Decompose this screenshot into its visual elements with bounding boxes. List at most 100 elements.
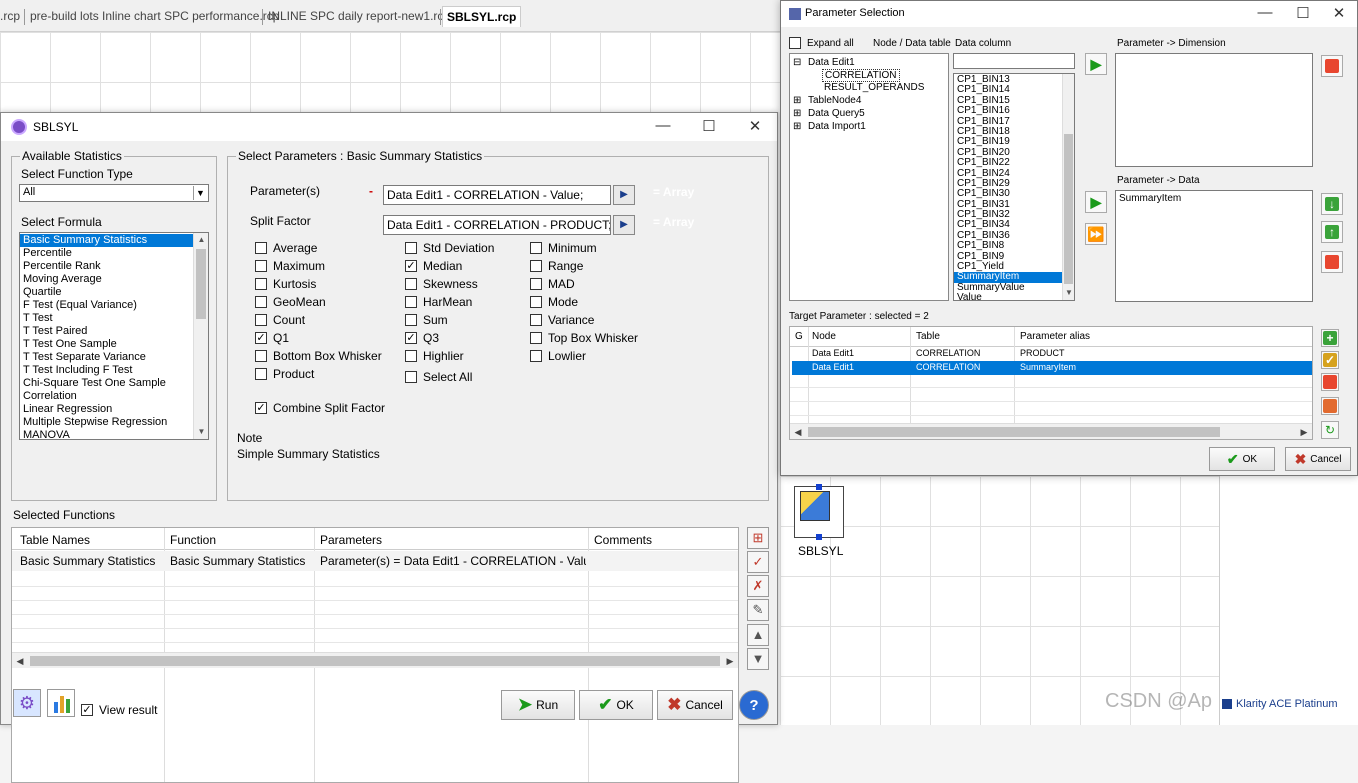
stat-checkbox[interactable]: Sum: [405, 313, 448, 327]
checkbox-box[interactable]: ✓: [405, 332, 417, 344]
stat-checkbox[interactable]: Top Box Whisker: [530, 331, 638, 345]
stat-checkbox[interactable]: Highlier: [405, 349, 464, 363]
remove-data-icon[interactable]: [1321, 251, 1343, 273]
checkbox-box[interactable]: [255, 296, 267, 308]
add-all-to-data-button[interactable]: ⏩: [1085, 223, 1107, 245]
formula-item[interactable]: Multiple Stepwise Regression: [20, 416, 208, 429]
function-type-select[interactable]: All ▼: [19, 184, 209, 202]
combine-split-factor-checkbox[interactable]: ✓ Combine Split Factor: [255, 401, 385, 415]
checkbox-box[interactable]: [789, 37, 801, 49]
formula-item[interactable]: F Test (Equal Variance): [20, 299, 208, 312]
checkbox-box[interactable]: [255, 314, 267, 326]
stat-checkbox[interactable]: Lowlier: [530, 349, 586, 363]
tab-prebuild[interactable]: pre-build lots Inline chart SPC performa…: [30, 9, 279, 23]
formula-item[interactable]: Correlation: [20, 390, 208, 403]
maximize-icon[interactable]: ☐: [699, 117, 719, 135]
minimize-icon[interactable]: —: [1255, 4, 1275, 21]
maximize-icon[interactable]: ☐: [1293, 4, 1313, 22]
chart-icon[interactable]: [47, 689, 75, 717]
formula-item[interactable]: Chi-Square Test One Sample: [20, 377, 208, 390]
checkbox-box[interactable]: [530, 296, 542, 308]
stat-checkbox[interactable]: HarMean: [405, 295, 472, 309]
checkbox-box[interactable]: [405, 350, 417, 362]
checkbox-box[interactable]: [255, 242, 267, 254]
tree-node-data-query5[interactable]: Data Query5: [808, 108, 865, 119]
stat-checkbox[interactable]: Std Deviation: [405, 241, 494, 255]
tree-node-tablenode4[interactable]: TableNode4: [808, 95, 861, 106]
help-button[interactable]: ?: [739, 690, 769, 720]
close-icon[interactable]: ✕: [745, 117, 765, 135]
formula-item[interactable]: Percentile: [20, 247, 208, 260]
scroll-thumb[interactable]: [1064, 134, 1073, 284]
stat-checkbox[interactable]: Average: [255, 241, 317, 255]
add-to-dimension-button[interactable]: ▶: [1085, 53, 1107, 75]
checkbox-box[interactable]: ✓: [255, 402, 267, 414]
tree-expander-icon[interactable]: ⊞: [793, 95, 801, 106]
scroll-thumb[interactable]: [808, 427, 1220, 437]
split-factor-select-button[interactable]: ▶: [613, 215, 635, 235]
add-to-data-button[interactable]: ▶: [1085, 191, 1107, 213]
formula-item[interactable]: Percentile Rank: [20, 260, 208, 273]
column-item[interactable]: CP1_BIN22: [954, 157, 1074, 168]
column-header[interactable]: Parameters: [320, 533, 382, 547]
scroll-down-icon[interactable]: ▼: [1063, 286, 1074, 300]
edit-target-icon[interactable]: ✓: [1321, 351, 1339, 369]
stat-checkbox[interactable]: Skewness: [405, 277, 478, 291]
checkbox-box[interactable]: [405, 296, 417, 308]
column-header[interactable]: Comments: [594, 533, 652, 547]
column-scrollbar[interactable]: ▼: [1062, 74, 1074, 300]
formula-item[interactable]: T Test Paired: [20, 325, 208, 338]
formula-item[interactable]: T Test: [20, 312, 208, 325]
stat-checkbox[interactable]: Select All: [405, 370, 472, 384]
close-icon[interactable]: ✕: [1329, 4, 1349, 22]
scroll-thumb[interactable]: [196, 249, 206, 319]
param-ok-button[interactable]: ✔ OK: [1209, 447, 1275, 471]
scroll-down-icon[interactable]: ▼: [194, 425, 208, 439]
edit-pen-icon[interactable]: ✎: [747, 599, 769, 621]
edit-function-icon[interactable]: ✓: [747, 551, 769, 573]
tree-node-result-operands[interactable]: RESULT_OPERANDS: [824, 82, 924, 93]
scroll-up-icon[interactable]: ▲: [194, 233, 208, 247]
table-hscrollbar[interactable]: ◀ ▶: [12, 652, 738, 668]
param-cancel-button[interactable]: ✖ Cancel: [1285, 447, 1351, 471]
settings-gear-icon[interactable]: ⚙: [13, 689, 41, 717]
stat-checkbox[interactable]: Kurtosis: [255, 277, 316, 291]
formula-item[interactable]: Moving Average: [20, 273, 208, 286]
formula-item[interactable]: T Test Including F Test: [20, 364, 208, 377]
stat-checkbox[interactable]: ✓ Q3: [405, 331, 439, 345]
tree-node-correlation[interactable]: CORRELATION: [822, 69, 900, 82]
add-target-icon[interactable]: +: [1321, 329, 1339, 347]
remove-dimension-icon[interactable]: [1321, 55, 1343, 77]
stat-checkbox[interactable]: MAD: [530, 277, 575, 291]
formula-item[interactable]: Quartile: [20, 286, 208, 299]
checkbox-box[interactable]: [530, 260, 542, 272]
checkbox-box[interactable]: [530, 278, 542, 290]
cancel-button[interactable]: ✖ Cancel: [657, 690, 733, 720]
formula-item[interactable]: Basic Summary Statistics: [20, 234, 208, 247]
clear-target-icon[interactable]: [1321, 397, 1339, 415]
run-button[interactable]: ➤ Run: [501, 690, 575, 720]
checkbox-box[interactable]: [255, 260, 267, 272]
checkbox-box[interactable]: ✓: [81, 704, 93, 716]
column-header[interactable]: Parameter alias: [1020, 331, 1090, 342]
formula-item[interactable]: Linear Regression: [20, 403, 208, 416]
move-down-data-icon[interactable]: ↓: [1321, 193, 1343, 215]
view-result-checkbox[interactable]: ✓ View result: [81, 703, 157, 717]
checkbox-box[interactable]: ✓: [255, 332, 267, 344]
formula-item[interactable]: T Test Separate Variance: [20, 351, 208, 364]
data-column-list[interactable]: CP1_BIN13 CP1_BIN14 CP1_BIN15 CP1_BIN16 CP1_…: [953, 73, 1075, 301]
stat-checkbox[interactable]: Variance: [530, 313, 594, 327]
column-header[interactable]: G: [795, 331, 803, 342]
stat-checkbox[interactable]: Count: [255, 313, 305, 327]
ok-button[interactable]: ✔ OK: [579, 690, 653, 720]
checkbox-box[interactable]: [405, 278, 417, 290]
checkbox-box[interactable]: [255, 368, 267, 380]
checkbox-box[interactable]: [405, 242, 417, 254]
move-up-data-icon[interactable]: ↑: [1321, 221, 1343, 243]
workflow-canvas-lower[interactable]: SBLSYL: [780, 476, 1220, 725]
delete-function-icon[interactable]: ✗: [747, 575, 769, 597]
formula-list[interactable]: Basic Summary Statistics Percentile Percen…: [19, 232, 209, 440]
tree-expander-icon[interactable]: ⊞: [793, 108, 801, 119]
node-tree[interactable]: ⊟ Data Edit1 CORRELATION RESULT_OPERANDS…: [789, 53, 949, 301]
remove-target-icon[interactable]: [1321, 373, 1339, 391]
